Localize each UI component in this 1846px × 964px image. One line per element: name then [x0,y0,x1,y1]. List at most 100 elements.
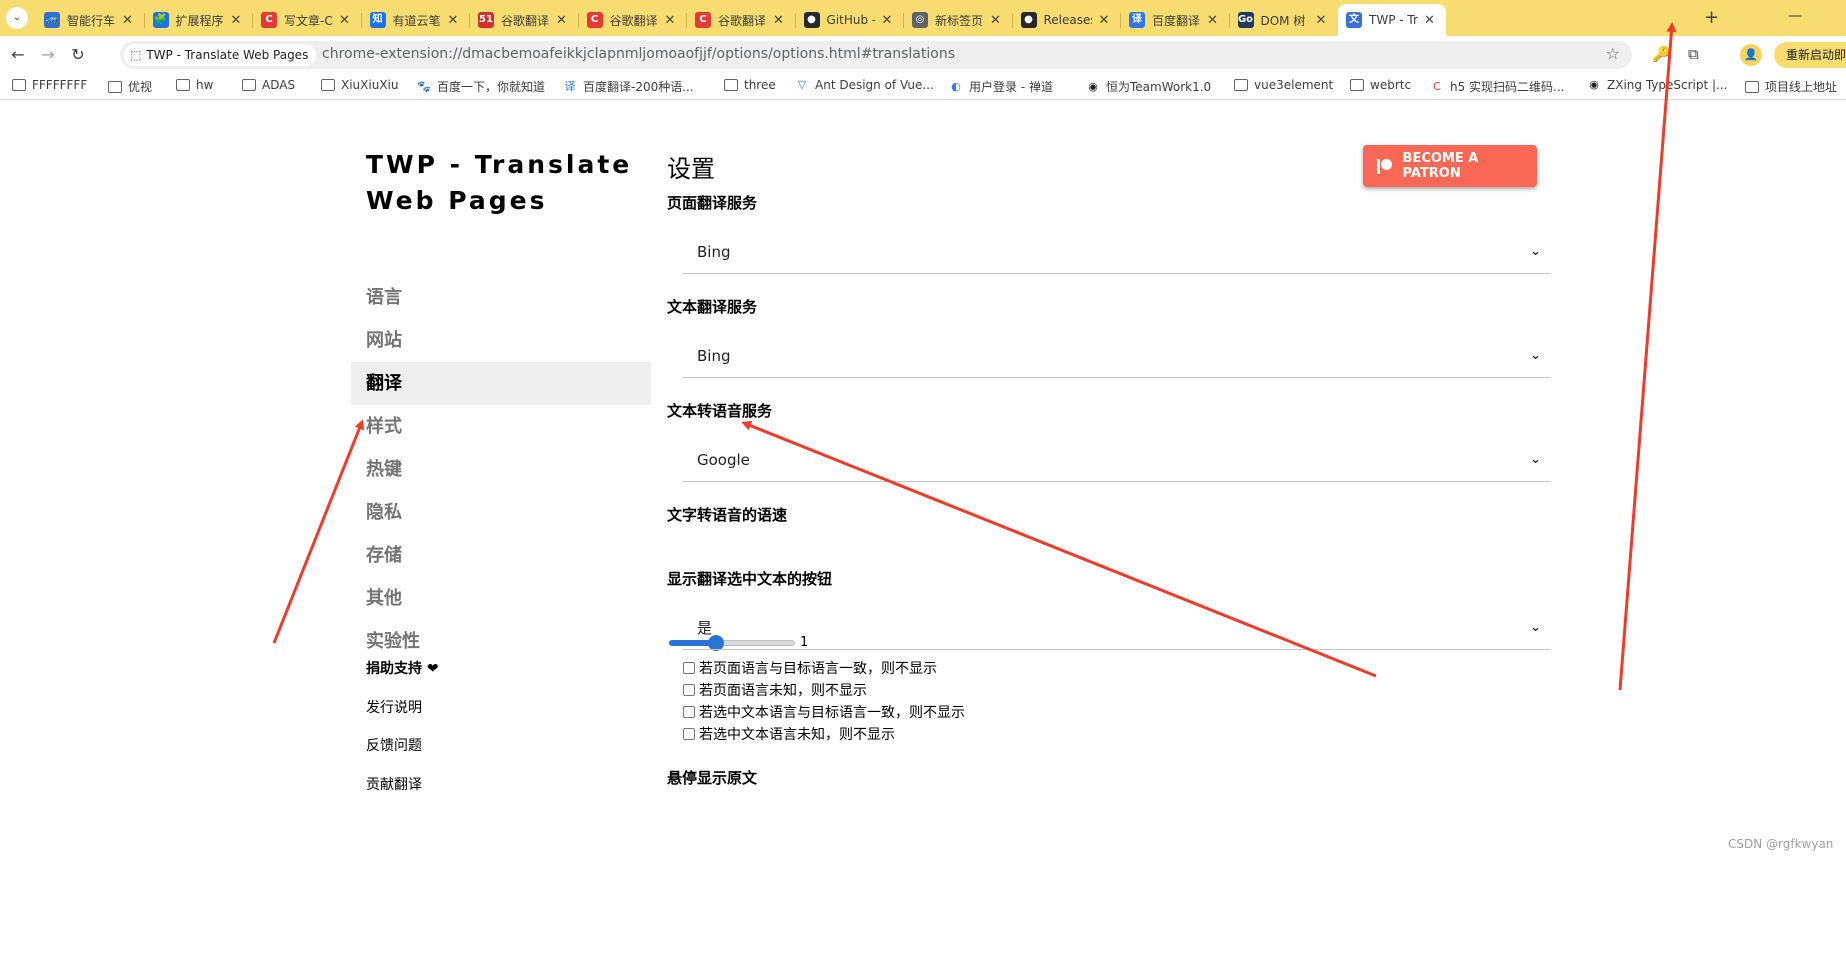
browser-tab[interactable]: 文 TWP - Tra ✕ [1338,4,1446,36]
tab-title: 谷歌翻译 [501,13,550,28]
show-button-select[interactable]: 是 ⌄ [683,606,1551,650]
nav-item[interactable]: 语言 [351,276,651,319]
close-tab-icon[interactable]: ✕ [120,13,136,28]
car-icon: 🚙 [44,12,60,28]
browser-tab[interactable]: Go DOM 树 ✕ [1230,4,1338,36]
bookmark-item[interactable]: 🐾 百度一下，你就知道 [417,78,545,95]
contribute-translation-link[interactable]: 贡献翻译 [366,775,439,814]
nav-item[interactable]: 实验性 [351,620,651,663]
browser-tab[interactable]: C 写文章-CS ✕ [253,4,361,36]
bookmark-item[interactable]: ADAS [242,78,295,92]
browser-tab[interactable]: C 谷歌翻译 ✕ [579,4,687,36]
back-button[interactable]: ← [8,45,28,64]
extension-chip[interactable]: ⬚ TWP - Translate Web Pages [124,44,317,66]
close-tab-icon[interactable]: ✕ [771,13,787,28]
feedback-link[interactable]: 反馈问题 [366,736,439,775]
nav-item[interactable]: 样式 [351,405,651,448]
close-tab-icon[interactable]: ✕ [662,13,678,28]
nav-item[interactable]: 隐私 [351,491,651,534]
browser-tab[interactable]: ● GitHub - ✕ [796,4,904,36]
address-bar[interactable]: ⬚ TWP - Translate Web Pages chrome-exten… [120,41,1632,69]
browser-tab[interactable]: ◎ 新标签页 ✕ [904,4,1012,36]
nav-item[interactable]: 热键 [351,448,651,491]
close-tab-icon[interactable]: ✕ [554,13,570,28]
bookmark-item[interactable]: ◉ ZXing TypeScript |... [1587,78,1727,92]
close-tab-icon[interactable]: ✕ [879,13,895,28]
bookmark-item[interactable]: ◉ 恒为TeamWork1.0 [1086,78,1211,95]
checkbox-row[interactable]: 若页面语言未知，则不显示 [683,680,867,700]
translate-icon: 文 [1346,12,1362,28]
checkbox-row[interactable]: 若选中文本语言未知，则不显示 [683,724,895,744]
url-text[interactable]: chrome-extension://dmacbemoafeikkjclapnm… [322,46,955,62]
tab-title: 扩展程序 [175,13,224,28]
bookmark-star-icon[interactable]: ☆ [1606,44,1620,63]
browser-tab[interactable]: 51 谷歌翻译 ✕ [470,4,578,36]
browser-tab[interactable]: C 谷歌翻译 ✕ [687,4,795,36]
bookmark-item[interactable]: FFFFFFFF [12,78,87,92]
chevron-down-icon: ⌄ [1530,620,1541,635]
checkbox-row[interactable]: 若选中文本语言与目标语言一致，则不显示 [683,702,965,722]
nav-item[interactable]: 翻译 [351,362,651,405]
bookmark-item[interactable]: hw [176,78,213,92]
bookmark-item[interactable]: 译百度翻译-200种语... [563,78,694,95]
zhihu-icon: 知 [369,12,386,28]
extensions-puzzle-icon[interactable]: ⧉ [1688,45,1699,63]
bookmark-item[interactable]: ▽ Ant Design of Vue... [795,78,934,92]
nav-item[interactable]: 其他 [351,577,651,620]
bookmark-item[interactable]: 优视 [108,78,152,95]
toolbar: ← → ↻ ⬚ TWP - Translate Web Pages chrome… [0,36,1846,74]
tts-service-label: 文本转语音服务 [667,402,773,420]
close-tab-icon[interactable]: ✕ [445,13,461,28]
bookmark-item[interactable]: ◐ 用户登录 - 禅道 [949,78,1053,95]
bookmark-item[interactable]: Ch5 实现扫码二维码... [1430,78,1564,95]
browser-tab[interactable]: 🚙 智能行车 ✕ [36,4,144,36]
tts-service-select[interactable]: Google ⌄ [683,438,1551,482]
checkbox[interactable] [683,684,695,696]
checkbox[interactable] [683,728,695,740]
close-tab-icon[interactable]: ✕ [1422,13,1438,28]
nav-item[interactable]: 存储 [351,534,651,577]
release-notes-link[interactable]: 发行说明 [366,698,439,737]
chevron-down-icon: ⌄ [1530,348,1541,363]
browser-tab[interactable]: 🧩 扩展程序 ✕ [145,4,253,36]
checkbox-row[interactable]: 若页面语言与目标语言一致，则不显示 [683,658,937,678]
profile-avatar[interactable]: 👤 [1740,44,1762,66]
checkbox[interactable] [683,706,695,718]
brand-title: TWP - Translate Web Pages [366,147,646,219]
close-tab-icon[interactable]: ✕ [1313,13,1329,28]
close-tab-icon[interactable]: ✕ [337,13,353,28]
folder-icon [724,79,738,91]
bookmark-label: Ant Design of Vue... [815,78,934,92]
baidu-translate-icon: 译 [1129,12,1145,28]
chevron-down-icon: ⌄ [1530,452,1541,467]
tab-title: 写文章-CS [284,13,333,28]
chevron-down-icon: ⌄ [1530,244,1541,259]
new-tab-button[interactable]: + [1704,9,1719,27]
minimize-button[interactable]: — [1788,8,1802,24]
donate-link[interactable]: 捐助支持 ❤ [366,659,439,698]
close-tab-icon[interactable]: ✕ [1205,13,1221,28]
key-icon[interactable]: 🔑 [1652,45,1671,63]
close-tab-icon[interactable]: ✕ [228,13,244,28]
tab-search-button[interactable]: ⌄ [6,7,28,29]
bookmark-item[interactable]: XiuXiuXiu [321,78,398,92]
bookmark-item[interactable]: webrtc [1350,78,1411,92]
browser-tab[interactable]: ● Releases ✕ [1013,4,1121,36]
github-icon: ● [803,12,820,28]
browser-tab[interactable]: 译百度翻译 ✕ [1121,4,1229,36]
close-tab-icon[interactable]: ✕ [1096,13,1112,28]
bookmark-item[interactable]: 项目线上地址 [1745,78,1837,95]
checkbox[interactable] [683,662,695,674]
close-tab-icon[interactable]: ✕ [988,13,1004,28]
bookmark-item[interactable]: vue3element [1234,78,1333,92]
nav-item[interactable]: 网站 [351,319,651,362]
become-patron-button[interactable]: BECOME A PATRON [1363,145,1537,187]
browser-tab[interactable]: 知有道云笔 ✕ [362,4,470,36]
text-service-select[interactable]: Bing ⌄ [683,334,1551,378]
reload-button[interactable]: ↻ [68,45,88,64]
relaunch-button[interactable]: 重新启动即 [1774,42,1846,68]
forward-button[interactable]: → [38,45,58,64]
tab-separator [252,13,253,28]
page-service-select[interactable]: Bing ⌄ [683,230,1551,274]
bookmark-item[interactable]: three [724,78,776,92]
